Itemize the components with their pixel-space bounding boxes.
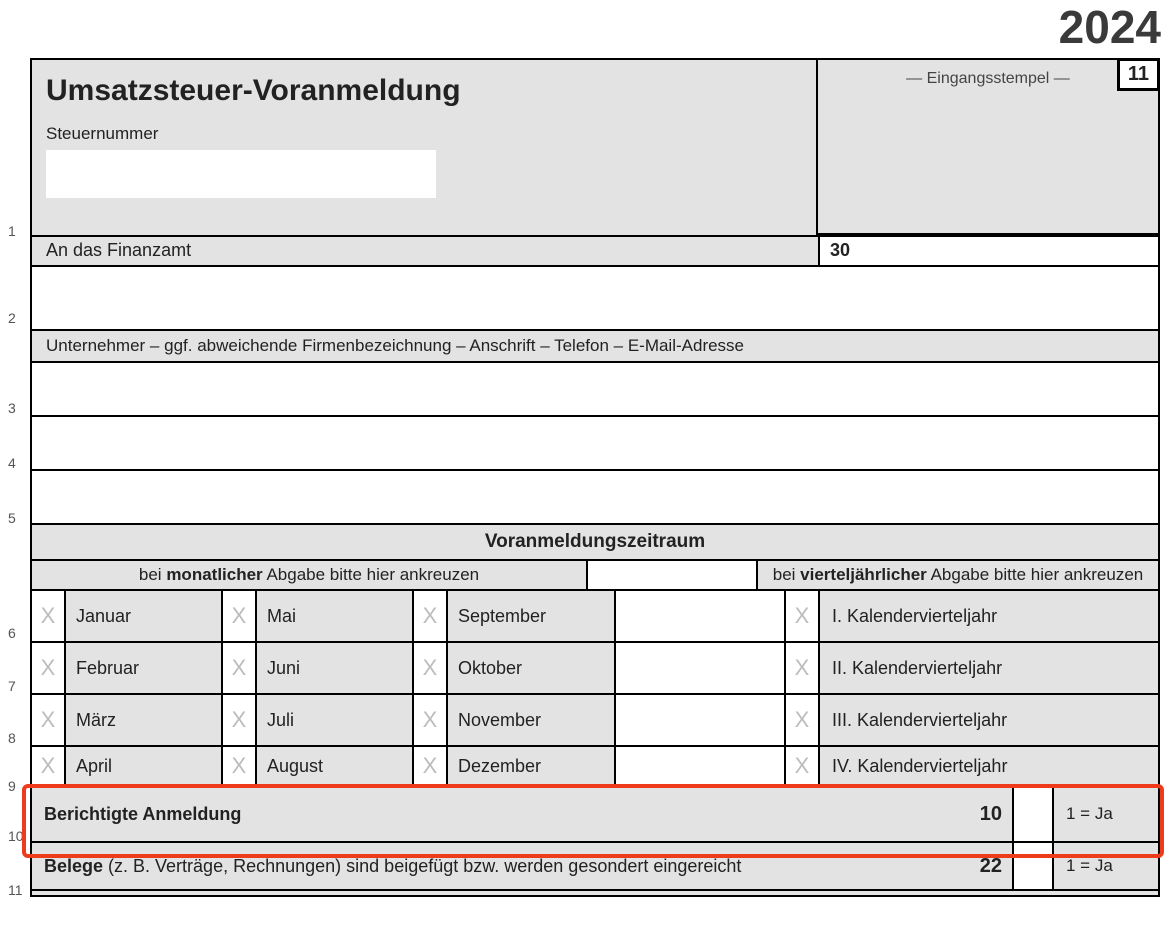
month-row-1: XJanuar XMai XSeptember XI. Kalendervier… bbox=[32, 589, 1158, 641]
header-left: Umsatzsteuer-Voranmeldung Steuernummer bbox=[32, 60, 818, 235]
corner-code-box: 11 bbox=[1117, 58, 1160, 91]
belege-bold: Belege bbox=[44, 856, 103, 876]
quarterly-prefix: bei bbox=[773, 565, 800, 584]
checkbox-jul[interactable]: X bbox=[223, 695, 257, 745]
label-mai: Mai bbox=[257, 591, 414, 641]
label-mar: März bbox=[66, 695, 223, 745]
berichtigte-code: 10 bbox=[948, 787, 1012, 841]
finanzamt-label: An das Finanzamt bbox=[32, 237, 818, 265]
label-jun: Juni bbox=[257, 643, 414, 693]
checkbox-dez[interactable]: X bbox=[414, 747, 448, 785]
label-nov: November bbox=[448, 695, 616, 745]
lineno-1: 1 bbox=[8, 223, 16, 239]
lineno-11: 11 bbox=[8, 882, 23, 898]
month-row-2: XFebruar XJuni XOktober XII. Kalendervie… bbox=[32, 641, 1158, 693]
checkbox-q1[interactable]: X bbox=[786, 591, 820, 641]
blank-row-3[interactable] bbox=[32, 361, 1158, 415]
blank-row-5[interactable] bbox=[32, 469, 1158, 523]
month-row-4: XApril XAugust XDezember XIV. Kalendervi… bbox=[32, 745, 1158, 785]
checkbox-mai[interactable]: X bbox=[223, 591, 257, 641]
belege-code: 22 bbox=[948, 843, 1012, 889]
row-belege: Belege (z. B. Verträge, Rechnungen) sind… bbox=[32, 841, 1158, 889]
form-container: Umsatzsteuer-Voranmeldung Steuernummer —… bbox=[30, 58, 1160, 897]
lineno-4: 4 bbox=[8, 455, 16, 471]
lineno-8: 8 bbox=[8, 730, 16, 746]
checkbox-jan[interactable]: X bbox=[32, 591, 66, 641]
label-dez: Dezember bbox=[448, 747, 616, 785]
checkbox-jun[interactable]: X bbox=[223, 643, 257, 693]
belege-rest: (z. B. Verträge, Rechnungen) sind beigef… bbox=[103, 856, 741, 876]
steuernummer-label: Steuernummer bbox=[46, 124, 802, 144]
finanzamt-code: 30 bbox=[818, 237, 1158, 265]
berichtigte-label: Berichtigte Anmeldung bbox=[32, 787, 948, 841]
gap-3 bbox=[616, 695, 786, 745]
label-jan: Januar bbox=[66, 591, 223, 641]
label-jul: Juli bbox=[257, 695, 414, 745]
stamp-label: — Eingangsstempel — bbox=[818, 70, 1158, 88]
label-apr: April bbox=[66, 747, 223, 785]
label-feb: Februar bbox=[66, 643, 223, 693]
finanzamt-row: An das Finanzamt 30 bbox=[32, 235, 1158, 265]
gap-header bbox=[588, 561, 758, 589]
checkbox-sep[interactable]: X bbox=[414, 591, 448, 641]
blank-row-2[interactable] bbox=[32, 265, 1158, 329]
label-sep: September bbox=[448, 591, 616, 641]
gap-1 bbox=[616, 591, 786, 641]
steuernummer-input[interactable] bbox=[46, 150, 436, 198]
quarterly-sublabel: bei vierteljährlicher Abgabe bitte hier … bbox=[758, 561, 1158, 589]
quarterly-bold: vierteljährlicher bbox=[800, 565, 927, 584]
form-title: Umsatzsteuer-Voranmeldung bbox=[46, 74, 802, 108]
quarterly-suffix: Abgabe bitte hier ankreuzen bbox=[927, 565, 1143, 584]
row-berichtigte: Berichtigte Anmeldung 10 1 = Ja bbox=[32, 785, 1158, 841]
period-header: Voranmeldungszeitraum bbox=[32, 523, 1158, 559]
lineno-6: 6 bbox=[8, 625, 16, 641]
checkbox-q3[interactable]: X bbox=[786, 695, 820, 745]
monthly-bold: monatlicher bbox=[166, 565, 262, 584]
label-q3: III. Kalendervierteljahr bbox=[820, 695, 1158, 745]
lineno-3: 3 bbox=[8, 400, 16, 416]
trailing-edge bbox=[32, 889, 1158, 895]
lineno-2: 2 bbox=[8, 310, 16, 326]
page: 2024 Umsatzsteuer-Voranmeldung Steuernum… bbox=[0, 0, 1171, 932]
belege-hint: 1 = Ja bbox=[1054, 843, 1158, 889]
monthly-suffix: Abgabe bitte hier ankreuzen bbox=[263, 565, 479, 584]
period-subheader: bei monatlicher Abgabe bitte hier ankreu… bbox=[32, 559, 1158, 589]
lineno-5: 5 bbox=[8, 510, 16, 526]
gap-2 bbox=[616, 643, 786, 693]
month-row-3: XMärz XJuli XNovember XIII. Kalendervier… bbox=[32, 693, 1158, 745]
label-q1: I. Kalendervierteljahr bbox=[820, 591, 1158, 641]
belege-label: Belege (z. B. Verträge, Rechnungen) sind… bbox=[32, 843, 948, 889]
label-q4: IV. Kalendervierteljahr bbox=[820, 747, 1158, 785]
monthly-prefix: bei bbox=[139, 565, 166, 584]
berichtigte-input[interactable] bbox=[1012, 787, 1054, 841]
lineno-7: 7 bbox=[8, 678, 16, 694]
belege-input[interactable] bbox=[1012, 843, 1054, 889]
lineno-9: 9 bbox=[8, 778, 16, 794]
blank-row-4[interactable] bbox=[32, 415, 1158, 469]
label-q2: II. Kalendervierteljahr bbox=[820, 643, 1158, 693]
label-okt: Oktober bbox=[448, 643, 616, 693]
checkbox-apr[interactable]: X bbox=[32, 747, 66, 785]
berichtigte-hint: 1 = Ja bbox=[1054, 787, 1158, 841]
checkbox-okt[interactable]: X bbox=[414, 643, 448, 693]
header-row: Umsatzsteuer-Voranmeldung Steuernummer —… bbox=[32, 60, 1158, 235]
checkbox-q4[interactable]: X bbox=[786, 747, 820, 785]
unternehmer-label-row: Unternehmer – ggf. abweichende Firmenbez… bbox=[32, 329, 1158, 361]
checkbox-feb[interactable]: X bbox=[32, 643, 66, 693]
checkbox-nov[interactable]: X bbox=[414, 695, 448, 745]
checkbox-mar[interactable]: X bbox=[32, 695, 66, 745]
monthly-sublabel: bei monatlicher Abgabe bitte hier ankreu… bbox=[32, 561, 588, 589]
checkbox-q2[interactable]: X bbox=[786, 643, 820, 693]
year-label: 2024 bbox=[1059, 0, 1161, 54]
header-right: — Eingangsstempel — 11 bbox=[818, 60, 1158, 235]
lineno-10: 10 bbox=[8, 828, 24, 844]
label-aug: August bbox=[257, 747, 414, 785]
gap-4 bbox=[616, 747, 786, 785]
checkbox-aug[interactable]: X bbox=[223, 747, 257, 785]
